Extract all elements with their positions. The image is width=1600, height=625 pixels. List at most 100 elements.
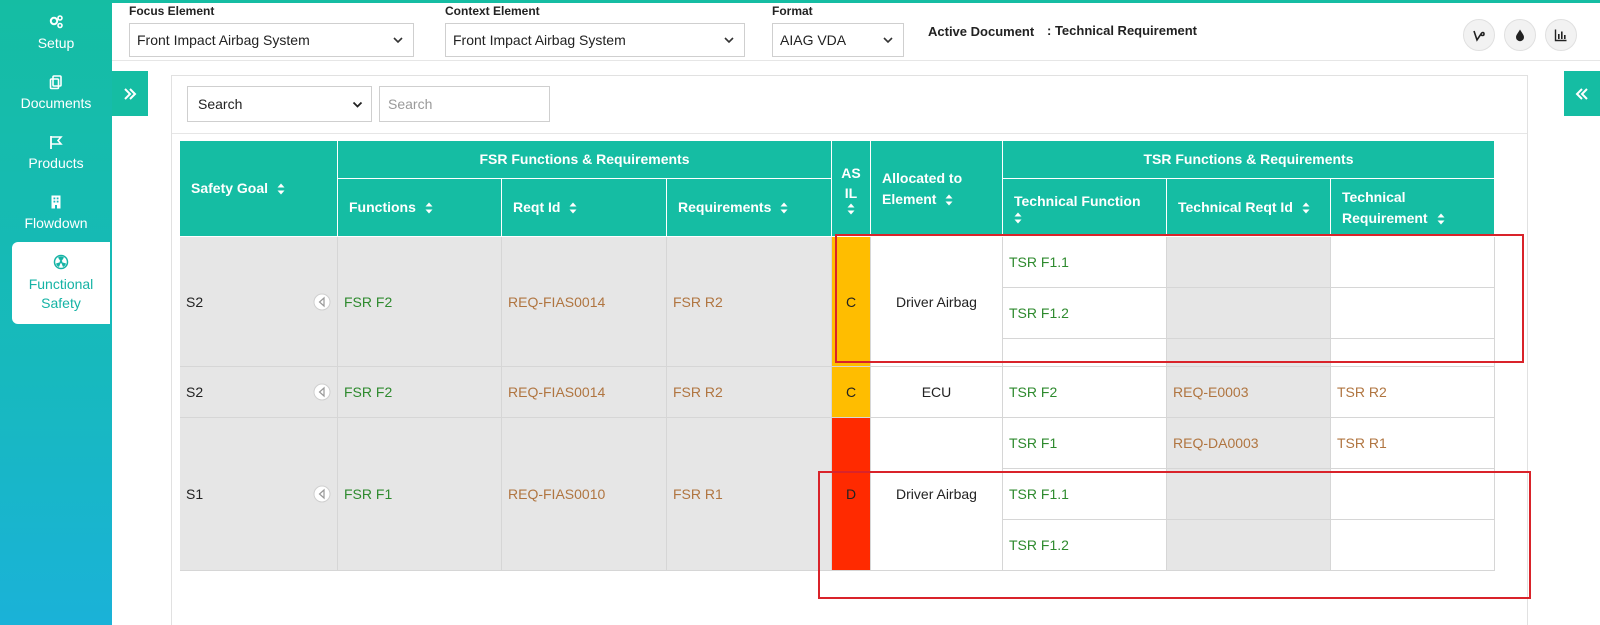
focus-element-value: Front Impact Airbag System <box>137 32 310 48</box>
context-element-label: Context Element <box>445 4 540 18</box>
table-cell-function[interactable]: FSR F2 <box>338 367 502 418</box>
bar-chart-icon <box>1554 28 1568 42</box>
search-column-value: Search <box>198 96 243 112</box>
table-cell-reqt-id[interactable]: REQ-FIAS0014 <box>502 367 667 418</box>
card-divider <box>172 133 1527 134</box>
cell-text: FSR F1 <box>344 486 393 502</box>
cell-text: S2 <box>186 384 204 400</box>
table-cell-tech-requirement[interactable] <box>1331 288 1495 339</box>
gears-icon <box>48 14 64 30</box>
header-requirements[interactable]: Requirements <box>667 179 832 237</box>
header-label: Requirement <box>1342 209 1428 226</box>
expand-sidebar-toggle[interactable] <box>112 71 148 116</box>
cell-text: ECU <box>921 384 952 400</box>
table-cell-tech-requirement[interactable]: TSR R1 <box>1331 418 1495 469</box>
cell-text: TSR R2 <box>1337 384 1387 400</box>
table-cell-asil: D <box>832 418 871 571</box>
table-cell-tech-requirement[interactable] <box>1331 469 1495 520</box>
table-cell-tech-function[interactable]: TSR F1 <box>1003 418 1167 469</box>
table-cell-tech-requirement[interactable] <box>1331 237 1495 288</box>
table-cell-tech-reqt-id[interactable] <box>1167 237 1331 288</box>
radiation-icon <box>53 254 69 270</box>
table-cell-empty <box>1003 339 1167 367</box>
table-cell-tech-requirement[interactable]: TSR R2 <box>1331 367 1495 418</box>
sidebar-item-flowdown[interactable]: Flowdown <box>0 182 112 242</box>
table-cell-tech-function[interactable]: TSR F2 <box>1003 367 1167 418</box>
header-technical-requirement[interactable]: Technical Requirement <box>1331 179 1495 237</box>
cell-text: TSR F1 <box>1009 435 1058 451</box>
asil-badge: C <box>845 384 857 400</box>
header-label: Functions <box>349 199 416 215</box>
header-label: Technical Function <box>1014 193 1141 209</box>
sidebar-item-documents[interactable]: Documents <box>0 62 112 122</box>
header-label: FSR Functions & Requirements <box>479 151 690 167</box>
header-technical-reqt-id[interactable]: Technical Reqt Id <box>1167 179 1331 237</box>
flag-icon <box>48 134 64 150</box>
cell-text: REQ-E0003 <box>1173 384 1249 400</box>
table-cell-requirement[interactable]: FSR R2 <box>667 367 832 418</box>
header-reqt-id[interactable]: Reqt Id <box>502 179 667 237</box>
table-cell-reqt-id[interactable]: REQ-FIAS0014 <box>502 237 667 367</box>
table-cell-tech-reqt-id[interactable] <box>1167 520 1331 571</box>
cell-text: REQ-FIAS0014 <box>508 293 606 310</box>
context-element-value: Front Impact Airbag System <box>453 32 626 48</box>
table-cell-requirement[interactable]: FSR R2 <box>667 237 832 367</box>
sort-icon <box>1302 202 1310 214</box>
cell-text: S1 <box>186 486 204 502</box>
cell-text: Driver Airbag <box>896 293 977 310</box>
table-cell-tech-function[interactable]: TSR F1.1 <box>1003 469 1167 520</box>
table-cell-tech-reqt-id[interactable] <box>1167 469 1331 520</box>
header-asil[interactable]: AS IL <box>832 141 871 237</box>
header-allocated-element[interactable]: Allocated to Element <box>871 141 1003 237</box>
chevron-down-icon <box>352 99 363 110</box>
header-label: Safety Goal <box>191 180 269 196</box>
cell-text: S2 <box>186 293 204 310</box>
cell-text: TSR F1.1 <box>1009 254 1069 270</box>
table-cell-tech-reqt-id[interactable]: REQ-E0003 <box>1167 367 1331 418</box>
header-functions[interactable]: Functions <box>338 179 502 237</box>
sidebar-item-products[interactable]: Products <box>0 122 112 182</box>
droplet-icon <box>1513 28 1527 42</box>
table-cell-reqt-id[interactable]: REQ-FIAS0010 <box>502 418 667 571</box>
table-cell-tech-reqt-id[interactable] <box>1167 288 1331 339</box>
context-element-select[interactable]: Front Impact Airbag System <box>445 23 745 57</box>
focus-element-select[interactable]: Front Impact Airbag System <box>129 23 414 57</box>
collapse-panel-toggle[interactable] <box>1564 71 1600 116</box>
format-label: Format <box>772 4 813 18</box>
vine-button[interactable] <box>1463 19 1495 51</box>
table-cell-tech-requirement[interactable] <box>1331 520 1495 571</box>
collapse-row-icon[interactable] <box>313 383 331 401</box>
sidebar-item-functional-safety[interactable]: Functional Safety <box>12 242 110 324</box>
table-cell-tech-function[interactable]: TSR F1.2 <box>1003 288 1167 339</box>
sidebar: Setup Documents Products Flowdown Functi… <box>0 0 112 625</box>
sidebar-item-label: Setup <box>37 34 75 51</box>
collapse-row-icon[interactable] <box>313 485 331 503</box>
sidebar-item-label: Functional Safety <box>28 275 94 311</box>
active-document-value: : Technical Requirement <box>1047 23 1198 38</box>
table-cell-function[interactable]: FSR F1 <box>338 418 502 571</box>
collapse-row-icon[interactable] <box>313 293 331 311</box>
header-technical-function[interactable]: Technical Function <box>1003 179 1167 237</box>
header-safety-goal[interactable]: Safety Goal <box>180 141 338 237</box>
search-input[interactable] <box>379 86 550 122</box>
sidebar-item-setup[interactable]: Setup <box>0 2 112 62</box>
search-column-select[interactable]: Search <box>187 86 372 122</box>
sort-icon <box>847 203 855 215</box>
table-cell-function[interactable]: FSR F2 <box>338 237 502 367</box>
sort-icon <box>945 194 953 206</box>
top-bar: Focus Element Front Impact Airbag System… <box>112 3 1600 61</box>
table-cell-asil: C <box>832 237 871 367</box>
bar-chart-button[interactable] <box>1545 19 1577 51</box>
sidebar-item-label: Products <box>28 154 84 171</box>
table-cell-tech-reqt-id[interactable]: REQ-DA0003 <box>1167 418 1331 469</box>
table-cell-tech-function[interactable]: TSR F1.1 <box>1003 237 1167 288</box>
requirements-table: Safety Goal FSR Functions & Requirements… <box>180 141 1520 582</box>
header-label: Technical <box>1342 188 1406 205</box>
table-cell-tech-function[interactable]: TSR F1.2 <box>1003 520 1167 571</box>
asil-badge: C <box>845 293 857 310</box>
table-cell-requirement[interactable]: FSR R1 <box>667 418 832 571</box>
building-icon <box>48 194 64 210</box>
format-select[interactable]: AIAG VDA <box>772 23 904 57</box>
droplet-button[interactable] <box>1504 19 1536 51</box>
cell-text: TSR F1.2 <box>1009 537 1069 553</box>
